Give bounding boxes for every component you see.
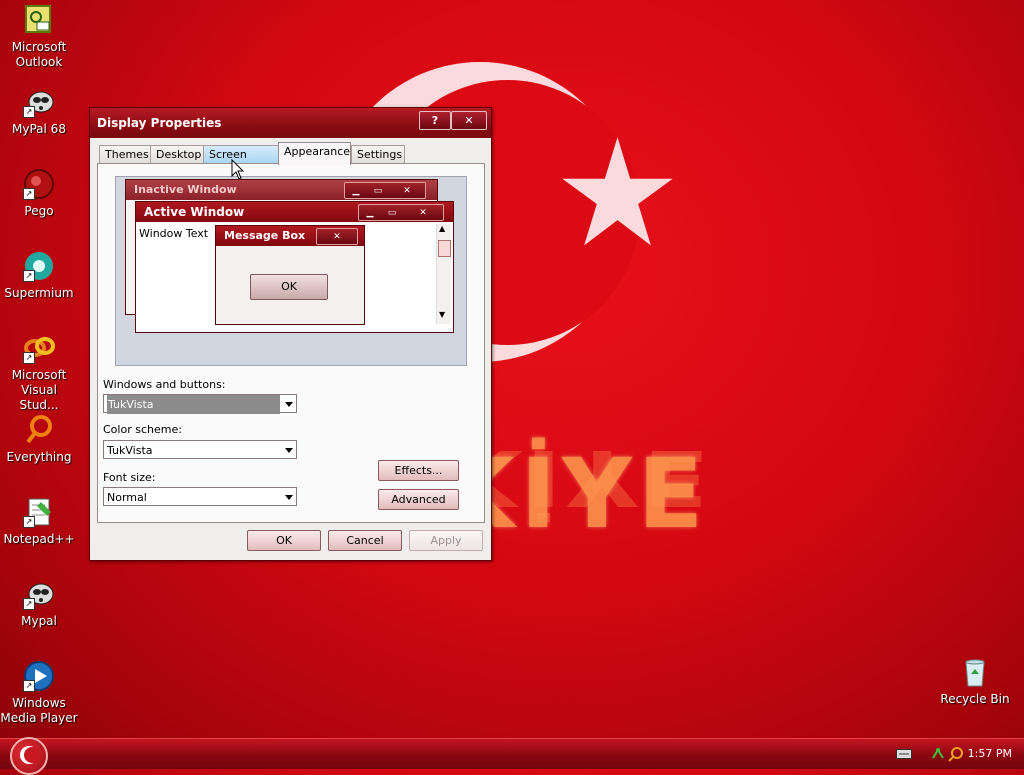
desktop-icon-label: MyPal 68 (12, 122, 66, 136)
desktop-icon-label: Recycle Bin (940, 692, 1010, 706)
media-player-icon: ↗ (23, 660, 55, 692)
shortcut-arrow-icon: ↗ (23, 680, 35, 692)
chevron-down-icon (285, 448, 293, 453)
desktop-icon-mypal68[interactable]: ↗ MyPal 68 (0, 86, 78, 137)
ok-button[interactable]: OK (247, 530, 321, 551)
appearance-preview: Inactive Window ▁ ▭ ✕ Active Window ▁ ▭ ✕ Wi… (115, 176, 467, 366)
system-tray: 1:57 PM (884, 739, 1024, 769)
appearance-panel: Inactive Window ▁ ▭ ✕ Active Window ▁ ▭ ✕ Wi… (97, 163, 485, 523)
network-icon[interactable] (930, 746, 946, 762)
maximize-icon: ▭ (373, 186, 383, 196)
close-icon: ✕ (403, 186, 411, 196)
preview-inactive-caption-buttons: ▁ ▭ ✕ (344, 182, 426, 199)
shortcut-arrow-icon: ↗ (23, 516, 35, 528)
apply-button[interactable]: Apply (409, 530, 483, 551)
font-size-value: Normal (107, 491, 147, 504)
mypal-icon: ↗ (23, 86, 55, 118)
outlook-icon (23, 4, 55, 36)
close-icon: ✕ (419, 208, 427, 218)
windows-buttons-label: Windows and buttons: (103, 378, 226, 391)
preview-scrollbar: ▲ ▼ (436, 224, 451, 324)
desktop-icon-label: Microsoft Visual Stud... (11, 368, 67, 412)
pego-icon: ↗ (23, 168, 55, 200)
effects-button[interactable]: Effects... (378, 460, 459, 481)
taskbar: 1:57 PM (0, 737, 1024, 775)
desktop-icon-notepadpp[interactable]: ↗ Notepad++ (0, 496, 78, 547)
chevron-down-icon (285, 495, 293, 500)
minimize-icon: ▁ (352, 186, 360, 196)
taskbar-clock[interactable]: 1:57 PM (968, 747, 1012, 760)
desktop-icon-label: Mypal (21, 614, 57, 628)
mypal-icon: ↗ (23, 578, 55, 610)
desktop-icon-label: Supermium (4, 286, 74, 300)
preview-message-caption-buttons: ✕ (316, 228, 358, 245)
tab-desktop[interactable]: Desktop (150, 145, 204, 164)
advanced-button[interactable]: Advanced (378, 489, 459, 510)
tab-themes[interactable]: Themes (99, 145, 151, 164)
preview-message-box: Message Box ✕ OK (215, 225, 365, 325)
desktop-icon-label: Microsoft Outlook (11, 40, 67, 69)
preview-active-caption-buttons: ▁ ▭ ✕ (358, 204, 444, 221)
color-scheme-value: TukVista (107, 444, 153, 457)
desktop-icon-recycle-bin[interactable]: Recycle Bin (936, 656, 1014, 707)
desktop-icon-media-player[interactable]: ↗ Windows Media Player (0, 660, 78, 726)
color-scheme-select[interactable]: TukVista (103, 440, 297, 459)
shortcut-arrow-icon: ↗ (23, 106, 35, 118)
desktop-icon-everything[interactable]: Everything (0, 414, 78, 465)
preview-ok-button: OK (250, 274, 328, 300)
preview-window-text: Window Text (139, 227, 209, 240)
chevron-down-icon (285, 402, 293, 407)
desktop-icon-pego[interactable]: ↗ Pego (0, 168, 78, 219)
shortcut-arrow-icon: ↗ (23, 352, 35, 364)
display-properties-dialog: Display Properties ? ✕ Themes Desktop Sc… (89, 107, 492, 561)
supermium-icon: ↗ (23, 250, 55, 282)
close-icon: ✕ (464, 114, 474, 127)
recycle-bin-icon (959, 656, 991, 688)
search-icon[interactable] (948, 746, 964, 762)
windows-buttons-value: TukVista (107, 395, 280, 414)
desktop-icon-label: Windows Media Player (0, 696, 78, 725)
desktop-icon-label: Notepad++ (3, 532, 75, 546)
start-button[interactable] (10, 737, 48, 775)
dialog-titlebar[interactable]: Display Properties ? ✕ (90, 108, 491, 138)
desktop-icon-visual-studio[interactable]: ↗ Microsoft Visual Stud... (0, 332, 78, 413)
dialog-title: Display Properties (97, 116, 222, 130)
help-button[interactable]: ? (419, 111, 451, 130)
desktop-icon-label: Pego (24, 204, 54, 218)
desktop-icon-mypal[interactable]: ↗ Mypal (0, 578, 78, 629)
cancel-button[interactable]: Cancel (328, 530, 402, 551)
desktop-icon-supermium[interactable]: ↗ Supermium (0, 250, 78, 301)
desktop-icon-label: Everything (6, 450, 72, 464)
close-icon: ✕ (333, 232, 341, 242)
shortcut-arrow-icon: ↗ (23, 270, 35, 282)
maximize-icon: ▭ (387, 208, 397, 218)
font-size-select[interactable]: Normal (103, 487, 297, 506)
notepadpp-icon: ↗ (23, 496, 55, 528)
font-size-label: Font size: (103, 471, 156, 484)
shortcut-arrow-icon: ↗ (23, 598, 35, 610)
windows-buttons-select[interactable]: TukVista (103, 394, 297, 414)
mouse-cursor-icon (231, 159, 245, 180)
keyboard-icon[interactable] (896, 749, 912, 759)
tab-appearance[interactable]: Appearance (278, 142, 351, 165)
wallpaper-star (562, 137, 673, 246)
tab-settings[interactable]: Settings (351, 145, 405, 164)
visual-studio-icon: ↗ (23, 332, 55, 364)
minimize-icon: ▁ (366, 208, 374, 218)
desktop-icon-outlook[interactable]: Microsoft Outlook (0, 4, 78, 70)
help-icon: ? (431, 114, 439, 127)
shortcut-arrow-icon: ↗ (23, 188, 35, 200)
color-scheme-label: Color scheme: (103, 423, 182, 436)
everything-icon (23, 414, 55, 446)
close-button[interactable]: ✕ (451, 111, 487, 130)
